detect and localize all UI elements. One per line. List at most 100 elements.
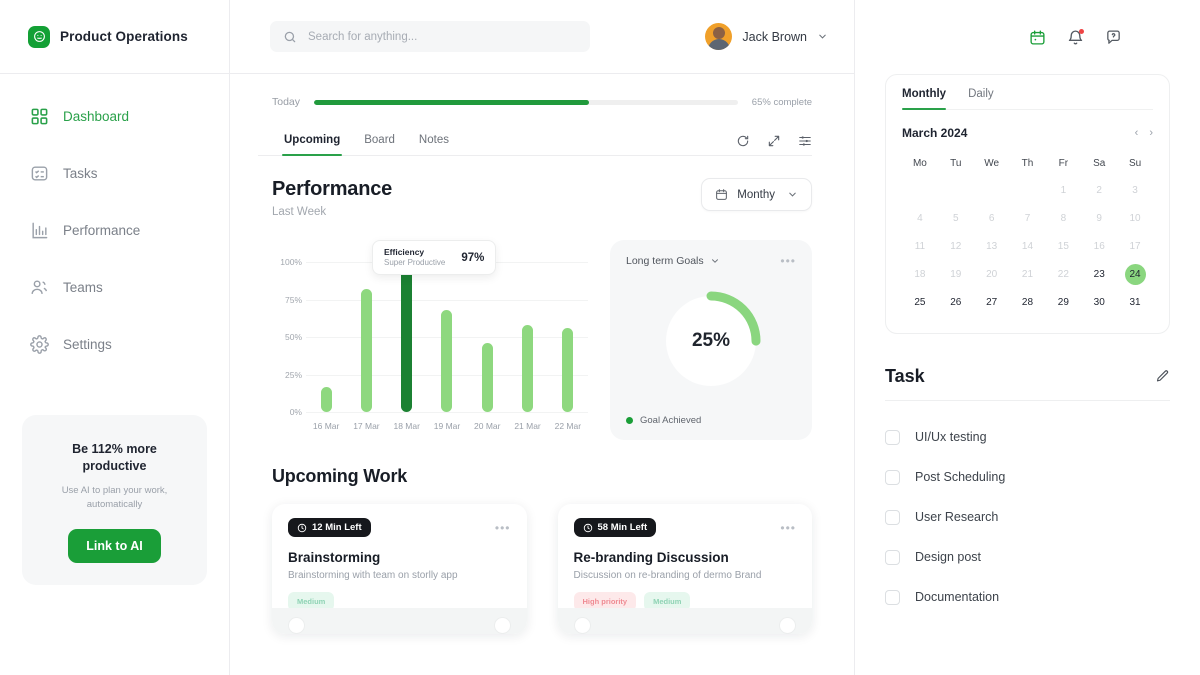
chart-bar[interactable] [441,310,453,412]
calendar-day[interactable]: 4 [902,205,938,231]
sidebar-item-settings[interactable]: Settings [0,328,229,360]
progress-fill [314,99,590,105]
tab-notes[interactable]: Notes [407,134,461,155]
calendar-day[interactable]: 13 [974,233,1010,259]
chart-y-tick: 0% [289,407,302,417]
calendar-day[interactable]: 30 [1081,289,1117,315]
work-card[interactable]: 12 Min Left ••• Brainstorming Brainstorm… [272,504,527,634]
sidebar-item-teams[interactable]: Teams [0,271,229,303]
calendar-day[interactable]: 6 [974,205,1010,231]
tab-daily[interactable]: Daily [968,88,994,109]
task-checkbox[interactable] [885,509,900,525]
ellipsis-icon[interactable]: ••• [780,255,796,267]
task-list: UI/Ux testing Post Scheduling User Researc… [885,417,1170,617]
calendar-day[interactable]: 2 [1081,177,1117,203]
chart-bar[interactable] [562,328,574,412]
calendar-day[interactable]: 7 [1010,205,1046,231]
chart-bar-column[interactable] [387,262,427,412]
work-card[interactable]: 58 Min Left ••• Re-branding Discussion D… [557,504,812,634]
sidebar-item-tasks[interactable]: Tasks [0,157,229,189]
calendar-day[interactable]: 19 [938,261,974,287]
calendar-day[interactable]: 28 [1010,289,1046,315]
brand: Product Operations [0,0,229,74]
chart-bar-column[interactable] [346,262,386,412]
calendar-day[interactable]: 25 [902,289,938,315]
sidebar-item-dashboard[interactable]: Dashboard [0,100,229,132]
chart-bar[interactable] [401,266,413,412]
upcoming-work-list: 12 Min Left ••• Brainstorming Brainstorm… [230,487,854,634]
chart-bar-column[interactable] [306,262,346,412]
calendar-day[interactable]: 17 [1117,233,1153,259]
chart-bar-column[interactable] [548,262,588,412]
chart-bar-column[interactable] [467,262,507,412]
search-input[interactable] [308,30,577,43]
calendar-day[interactable]: 27 [974,289,1010,315]
chart-bar-column[interactable] [507,262,547,412]
time-badge: 58 Min Left [573,518,657,537]
tab-upcoming[interactable]: Upcoming [272,134,352,156]
calendar-day[interactable]: 22 [1045,261,1081,287]
period-select[interactable]: Monthy [701,178,812,211]
ellipsis-icon[interactable]: ••• [780,522,796,534]
chart-bar[interactable] [320,386,332,412]
chevron-left-icon[interactable]: ‹ [1135,127,1139,139]
task-checkbox[interactable] [885,549,900,565]
chevron-right-icon[interactable]: › [1149,127,1153,139]
task-list-item[interactable]: Post Scheduling [885,457,1170,497]
chart-bars [306,262,588,412]
task-list-item[interactable]: Design post [885,537,1170,577]
chart-y-tick: 50% [284,332,302,342]
legend-dot [626,417,633,424]
calendar-day[interactable]: 20 [974,261,1010,287]
chart-bar-column[interactable] [427,262,467,412]
calendar-icon[interactable] [1029,29,1046,46]
task-list-item[interactable]: User Research [885,497,1170,537]
user-menu[interactable]: Jack Brown [705,23,828,50]
calendar-day[interactable]: 9 [1081,205,1117,231]
filter-sliders-icon[interactable] [798,134,812,148]
calendar-day[interactable]: 5 [938,205,974,231]
chevron-down-icon[interactable] [710,256,720,266]
tab-board[interactable]: Board [352,134,407,155]
calendar-day[interactable]: 11 [902,233,938,259]
tab-monthly[interactable]: Monthly [902,88,947,110]
sidebar-item-performance[interactable]: Performance [0,214,229,246]
refresh-icon[interactable] [736,134,750,148]
chart-bar[interactable] [522,325,534,412]
calendar-day[interactable]: 16 [1081,233,1117,259]
expand-icon[interactable] [767,134,781,148]
calendar-day[interactable]: 29 [1045,289,1081,315]
task-checkbox[interactable] [885,429,900,445]
help-chat-icon[interactable] [1105,29,1122,46]
pencil-icon[interactable] [1155,369,1170,384]
chart-bar[interactable] [481,343,493,412]
calendar-day[interactable]: 1 [1045,177,1081,203]
search-box[interactable] [270,21,590,52]
legend-label: Goal Achieved [640,415,702,426]
calendar-day[interactable]: 3 [1117,177,1153,203]
ellipsis-icon[interactable]: ••• [495,522,511,534]
calendar-day[interactable]: 21 [1010,261,1046,287]
task-list-item[interactable]: UI/Ux testing [885,417,1170,457]
calendar-day[interactable]: 23 [1081,261,1117,287]
performance-subtitle: Last Week [272,206,327,218]
task-list-item[interactable]: Documentation [885,577,1170,617]
calendar-day[interactable]: 8 [1045,205,1081,231]
charts-row: Efficiency Super Productive 97% 0% 25% 50%… [230,218,854,440]
calendar-day[interactable]: 26 [938,289,974,315]
calendar-day[interactable]: 15 [1045,233,1081,259]
task-checkbox[interactable] [885,589,900,605]
calendar-day[interactable]: 10 [1117,205,1153,231]
upcoming-work-title: Upcoming Work [272,466,408,486]
calendar-day-selected[interactable]: 24 [1117,261,1153,287]
chart-bar[interactable] [360,289,372,412]
link-to-ai-button[interactable]: Link to AI [68,529,161,564]
calendar-day[interactable]: 31 [1117,289,1153,315]
calendar-day[interactable]: 18 [902,261,938,287]
calendar-day[interactable]: 14 [1010,233,1046,259]
task-checkbox[interactable] [885,469,900,485]
today-label: Today [272,96,301,108]
time-badge: 12 Min Left [288,518,371,537]
calendar-day[interactable]: 12 [938,233,974,259]
bell-icon[interactable] [1067,28,1084,46]
